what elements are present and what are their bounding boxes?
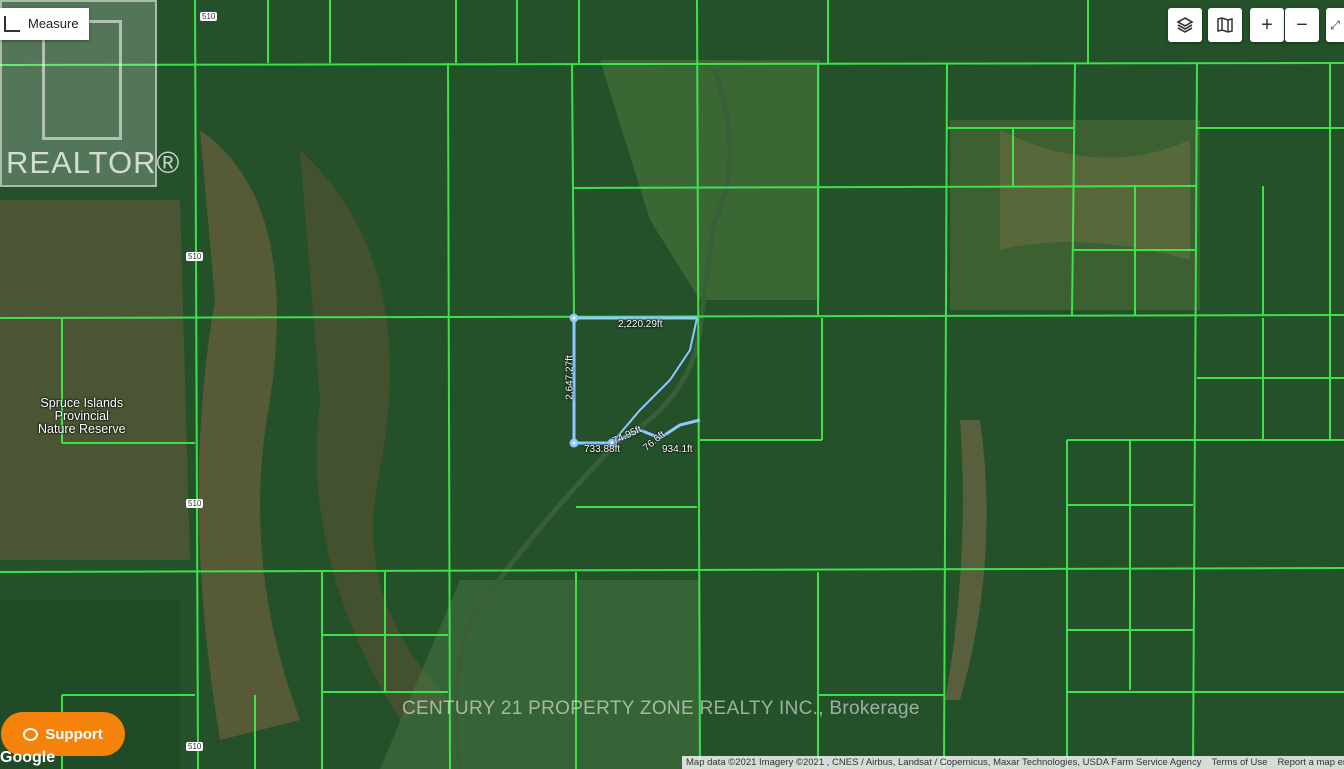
terms-link[interactable]: Terms of Use <box>1211 757 1267 768</box>
highway-shield: 510 <box>186 499 204 508</box>
google-logo: Google <box>0 749 56 766</box>
satellite-map[interactable] <box>0 0 1344 769</box>
zoom-out-button[interactable]: − <box>1285 8 1319 42</box>
place-label-line: Nature Reserve <box>38 422 126 436</box>
zoom-in-button[interactable]: + <box>1250 8 1284 42</box>
ruler-icon <box>4 16 20 32</box>
place-label-spruce-islands: Spruce Islands Provincial Nature Reserve <box>38 397 126 436</box>
measure-button[interactable]: Measure <box>0 8 89 40</box>
map-attribution-bar: Map data ©2021 Imagery ©2021 , CNES / Ai… <box>682 756 1344 769</box>
brokerage-watermark: CENTURY 21 PROPERTY ZONE REALTY INC., Br… <box>402 698 920 719</box>
measurement-left: 2,647.27ft <box>564 355 576 400</box>
highway-shield: 510 <box>200 12 218 21</box>
chat-bubble-icon <box>23 727 39 741</box>
layers-button[interactable] <box>1168 8 1202 42</box>
support-label: Support <box>45 725 103 743</box>
measurement-top: 2,220.29ft <box>618 319 663 330</box>
measurement-bottom-d: 934.1ft <box>662 444 693 455</box>
layers-icon <box>1176 17 1194 33</box>
fullscreen-button[interactable]: ⤢ <box>1326 8 1344 42</box>
map-type-icon <box>1217 17 1233 33</box>
realtor-text: REALTOR® <box>6 145 181 180</box>
measure-label: Measure <box>28 16 79 31</box>
map-data-attribution: Map data ©2021 Imagery ©2021 , CNES / Ai… <box>686 757 1202 768</box>
highway-shield: 510 <box>186 742 204 751</box>
fullscreen-icon: ⤢ <box>1330 17 1340 32</box>
map-type-button[interactable] <box>1208 8 1242 42</box>
highway-shield: 510 <box>186 252 204 261</box>
report-error-link[interactable]: Report a map error <box>1277 757 1344 768</box>
